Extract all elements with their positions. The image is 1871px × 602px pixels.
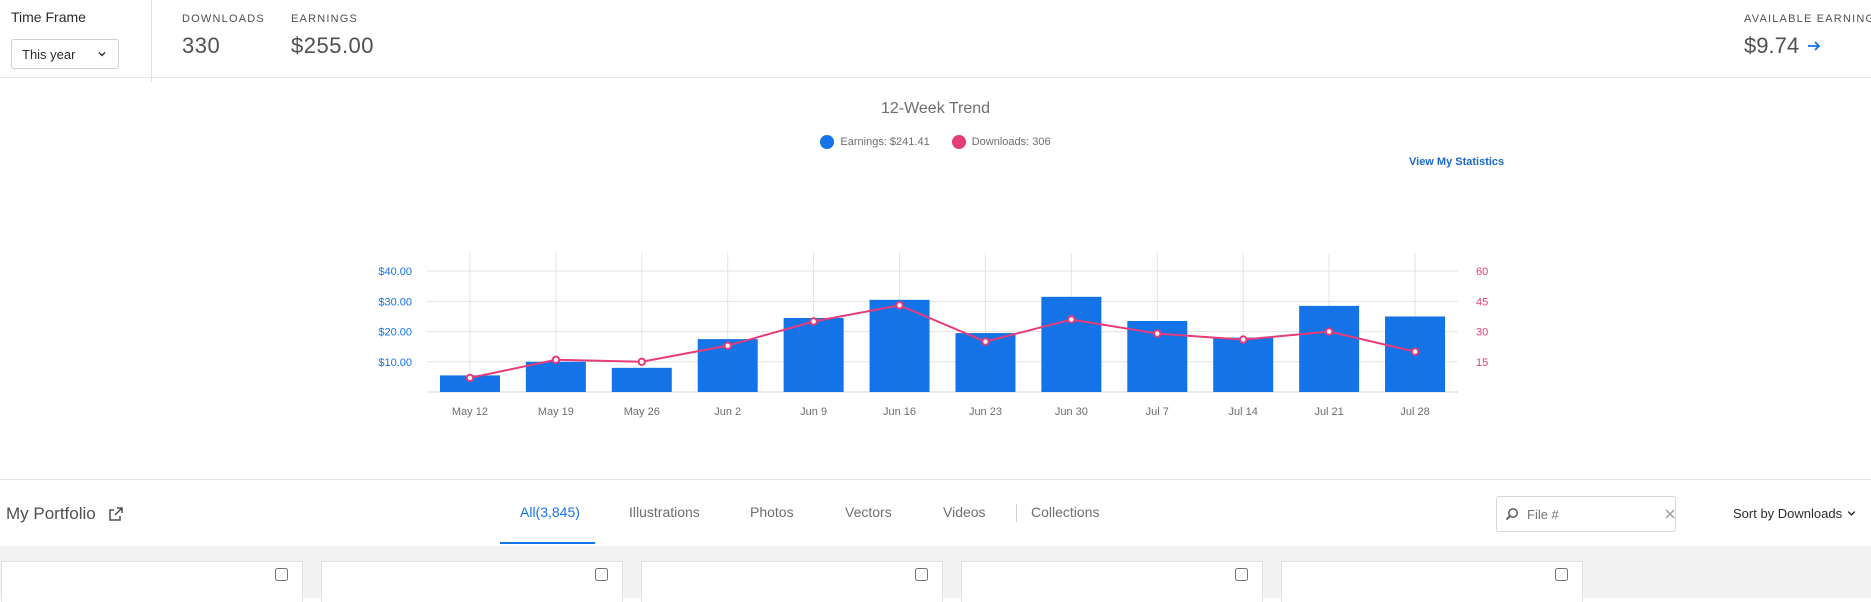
y-right-tick-label: 30 [1476,327,1488,339]
tab-all[interactable]: All(3,845) [520,504,580,520]
point-downloads [637,357,646,366]
portfolio-toolbar: My Portfolio All(3,845) Illustrations Ph… [0,479,1871,546]
point-downloads [551,355,561,364]
asset-checkbox[interactable] [1235,568,1248,581]
x-tick-label: May 19 [538,406,574,418]
sort-dropdown[interactable]: Sort by Downloads [1733,506,1857,521]
tab-collections[interactable]: Collections [1031,504,1099,520]
bar-earnings [1299,305,1360,392]
point-downloads [1324,327,1334,336]
point-downloads [1067,315,1076,324]
asset-checkbox[interactable] [1555,568,1568,581]
file-search[interactable] [1496,496,1676,532]
point-downloads [981,337,990,346]
y-right-tick-label: 15 [1476,357,1488,369]
trend-chart: $10.00 $20.00 $30.00 $40.00 15 30 45 60 May 12 Ma… [378,253,1488,418]
x-tick-label: Jun 30 [1055,406,1088,418]
tab-photos[interactable]: Photos [750,504,794,520]
portfolio-title: My Portfolio [6,504,96,523]
x-tick-label: Jun 9 [800,406,827,418]
asset-card[interactable] [961,561,1263,602]
bar-earnings [1041,296,1102,392]
y-left-tick-label: $30.00 [378,296,412,308]
y-right-tick-label: 60 [1476,266,1488,278]
tab-separator [1016,504,1017,522]
y-left-tick-label: $20.00 [378,327,412,339]
bar-earnings [611,367,672,392]
file-search-input[interactable] [1525,505,1659,523]
search-icon [1505,508,1518,521]
tab-illustrations[interactable]: Illustrations [629,504,700,520]
point-downloads [809,317,818,326]
line-downloads [469,304,1416,379]
asset-checkbox[interactable] [915,568,928,581]
point-downloads [465,373,475,383]
x-tick-label: Jul 7 [1146,406,1169,418]
close-icon[interactable] [1665,509,1675,519]
y-left-tick-label: $10.00 [378,357,412,369]
asset-checkbox[interactable] [595,568,608,581]
portfolio-title-wrap: My Portfolio [6,504,124,524]
x-tick-label: Jul 28 [1400,406,1429,418]
bar-earnings [1213,337,1274,392]
point-downloads [1239,335,1248,344]
asset-card[interactable] [321,561,623,602]
y-right-tick-label: 45 [1476,296,1488,308]
sort-label: Sort by Downloads [1733,506,1843,521]
x-tick-label: Jun 16 [883,406,916,418]
point-downloads [1153,329,1162,338]
y-left-tick-label: $40.00 [378,266,412,278]
point-downloads [723,341,732,350]
tab-videos[interactable]: Videos [943,504,986,520]
x-tick-label: May 26 [624,406,660,418]
asset-checkbox[interactable] [275,568,288,581]
chevron-down-icon [1847,511,1856,516]
asset-card[interactable] [641,561,943,602]
point-downloads [1410,347,1420,356]
point-downloads [895,301,904,310]
x-tick-label: Jul 21 [1314,406,1343,418]
external-link-icon[interactable] [108,506,124,522]
x-tick-label: Jul 14 [1229,406,1258,418]
x-tick-label: Jun 23 [969,406,1002,418]
x-tick-label: Jun 2 [714,406,741,418]
asset-card[interactable] [1,561,303,602]
tab-active-underline [500,542,595,544]
bar-earnings [525,361,586,392]
bar-earnings [783,317,844,392]
x-tick-label: May 12 [452,406,488,418]
tab-vectors[interactable]: Vectors [845,504,892,520]
asset-card[interactable] [1281,561,1583,602]
